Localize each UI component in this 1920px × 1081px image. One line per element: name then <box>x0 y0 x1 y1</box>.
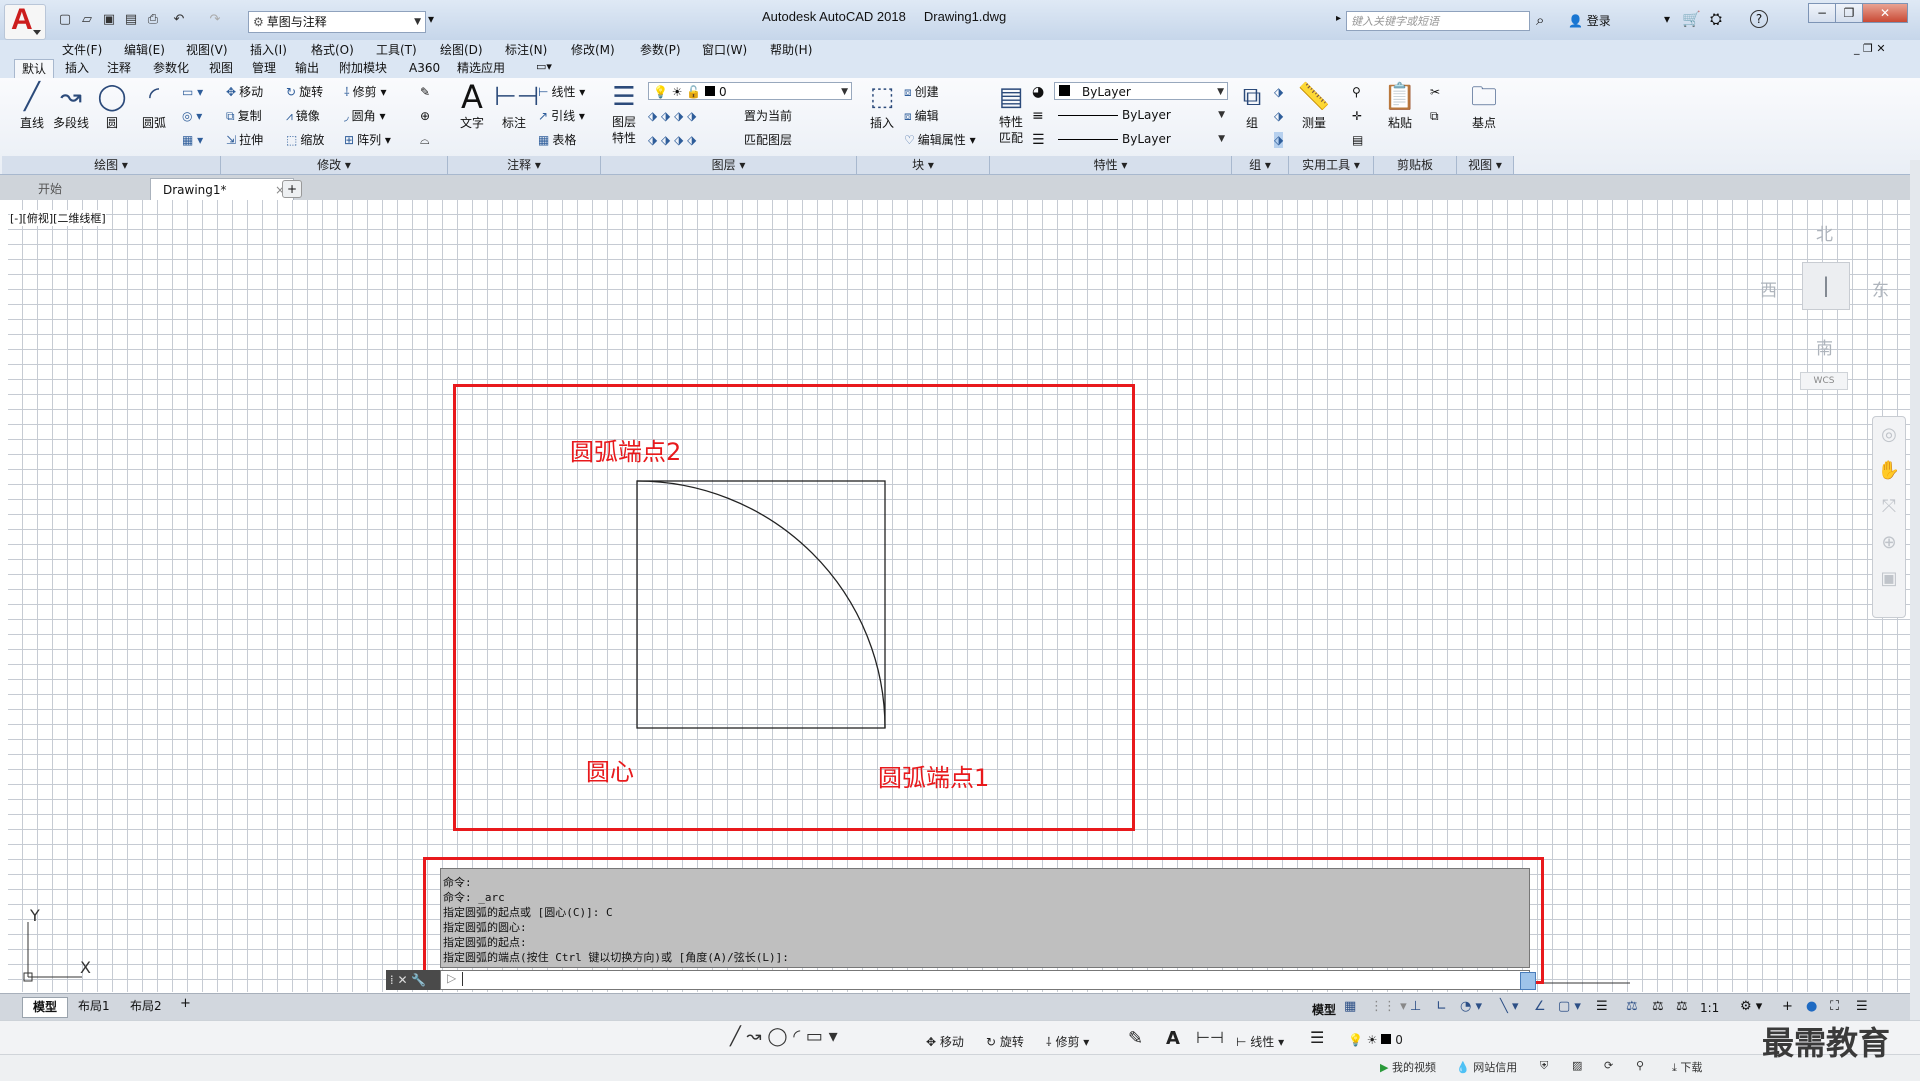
toolbar-rotate-label: 旋转 <box>999 1035 1024 1049</box>
toolbar-trim-label: 修剪 <box>1055 1035 1080 1049</box>
download-label: 下载 <box>1680 1061 1703 1074</box>
isolate-icon[interactable]: ● <box>1806 999 1817 1014</box>
my-video-label: 我的视频 <box>1391 1061 1436 1074</box>
download-link[interactable]: ⤓ 下载 <box>1672 1059 1702 1075</box>
refresh-icon[interactable]: ⟳ <box>1604 1059 1613 1072</box>
move-icon: ✥ <box>926 1035 937 1049</box>
toolbar-linear-label: 线性 <box>1250 1035 1275 1049</box>
ortho-icon[interactable]: ∟ <box>1436 999 1447 1014</box>
bottom-bar <box>0 1054 1920 1081</box>
workspace-switch-icon[interactable]: ⚙ ▾ <box>1740 999 1762 1014</box>
annotation-scale-value[interactable]: 1:1 <box>1700 1001 1719 1015</box>
grid-icon[interactable]: ▦ <box>1344 999 1356 1014</box>
command-history-toggle[interactable] <box>1520 972 1536 990</box>
model-tab[interactable]: 模型 <box>22 997 69 1018</box>
broom-icon[interactable]: ⚲ <box>1636 1059 1644 1072</box>
command-line: 指定圆弧的起点或 [圆心(C)]: C <box>443 906 613 919</box>
layout2-tab[interactable]: 布局2 <box>120 997 172 1016</box>
toolbar-move-label: 移动 <box>939 1035 964 1049</box>
steering-wheel-icon[interactable]: ◎ <box>1873 417 1905 453</box>
highlight-box-drawing <box>453 384 1135 831</box>
text-tool-icon[interactable]: A <box>1166 1028 1180 1049</box>
command-grip[interactable]: ⁞ ✕ 🔧 <box>386 970 442 990</box>
close-command-icon[interactable]: ✕ <box>397 973 407 987</box>
rotate-icon: ↻ <box>986 1035 997 1049</box>
linear-icon: ⊢ <box>1236 1035 1247 1049</box>
polar-icon[interactable]: ◔ ▾ <box>1460 999 1482 1014</box>
annotation-arc-end1: 圆弧端点1 <box>878 764 990 792</box>
net-credit-link[interactable]: 💧 网站信用 <box>1456 1059 1517 1075</box>
isodraft-icon[interactable]: ╲ ▾ <box>1500 999 1518 1014</box>
auto-scale-icon[interactable]: ⚖ <box>1652 999 1664 1014</box>
orbit-icon[interactable]: ⊕ <box>1873 525 1905 561</box>
customization-icon[interactable]: ☰ <box>1856 999 1868 1014</box>
line-tool-icon[interactable]: ╱ ↝ ◯ ◜ ▭ ▾ <box>730 1026 838 1047</box>
text-cursor <box>462 971 464 986</box>
layer-color-swatch <box>1381 1034 1392 1044</box>
pan-icon[interactable]: ✋ <box>1873 453 1905 489</box>
ucs-y-label: Y <box>30 906 40 925</box>
viewcube-east[interactable]: 东 <box>1872 276 1889 301</box>
lineweight-display-icon[interactable]: ☰ <box>1596 999 1608 1014</box>
annotation-monitor-icon[interactable]: + <box>1782 999 1793 1014</box>
showmotion-icon[interactable]: ▣ <box>1873 561 1905 597</box>
command-line: 命令: _arc <box>443 891 505 904</box>
annotation-visibility-icon[interactable]: ⚖ <box>1626 999 1638 1014</box>
viewcube-west[interactable]: 西 <box>1760 276 1777 301</box>
my-video-link[interactable]: ▶ 我的视频 <box>1380 1059 1436 1075</box>
fullscreen-icon[interactable]: ⛶ <box>1830 999 1839 1014</box>
toolbar-layer[interactable]: 💡 ☀ 0 <box>1348 1033 1403 1047</box>
infer-constraints-icon[interactable]: ⊥ <box>1410 999 1421 1014</box>
model-space-button[interactable]: 模型 <box>1312 1001 1336 1018</box>
viewcube-north[interactable]: 北 <box>1816 220 1833 245</box>
bulb-icon: 💡 <box>1348 1033 1363 1047</box>
osnap-icon[interactable]: ▢ ▾ <box>1558 999 1581 1014</box>
toolbar-move[interactable]: ✥ 移动 <box>926 1033 964 1050</box>
command-line: 命令: <box>443 876 472 889</box>
annotation-scale-icon[interactable]: ⚖ <box>1676 999 1688 1014</box>
toolbar-rotate[interactable]: ↻ 旋转 <box>986 1033 1024 1050</box>
snap-icon[interactable]: ⋮⋮ ▾ <box>1370 999 1407 1014</box>
object-snap-icon[interactable]: ∠ <box>1534 999 1546 1014</box>
shield-icon[interactable]: ⛨ <box>1540 1059 1548 1073</box>
command-prompt-icon: ▷ <box>447 971 457 985</box>
trim-icon: ⸸ <box>1046 1035 1052 1049</box>
dimension-tool-icon[interactable]: ⊢⊣ <box>1196 1028 1224 1047</box>
watermark: 最需教育 <box>1762 1024 1891 1062</box>
viewcube-south[interactable]: 南 <box>1816 334 1833 359</box>
command-line: 指定圆弧的圆心: <box>443 921 527 934</box>
toolbar-trim[interactable]: ⸸ 修剪 ▾ <box>1046 1033 1089 1050</box>
wrench-icon[interactable]: 🔧 <box>411 973 426 987</box>
drop-icon: 💧 <box>1456 1061 1470 1074</box>
vertical-scrollbar[interactable] <box>1910 160 1920 1020</box>
command-input[interactable]: ▷ <box>440 970 1530 990</box>
annotation-arc-end2: 圆弧端点2 <box>570 438 682 466</box>
layer-tool-icon[interactable]: ☰ <box>1310 1028 1324 1047</box>
net-credit-label: 网站信用 <box>1473 1061 1518 1074</box>
ucs-x-label: X <box>80 958 91 977</box>
toolbar-layer-label: 0 <box>1395 1033 1403 1047</box>
add-layout-button[interactable]: + <box>180 996 191 1011</box>
toolbar-linear[interactable]: ⊢ 线性 ▾ <box>1236 1033 1284 1050</box>
sun-icon: ☀ <box>1366 1033 1378 1047</box>
erase-tool-icon[interactable]: ✎ <box>1128 1028 1143 1049</box>
command-line: 指定圆弧的端点(按住 Ctrl 键以切换方向)或 [角度(A)/弦长(L)]: <box>443 951 789 964</box>
wcs-menu[interactable]: WCS <box>1800 372 1848 390</box>
zoom-extents-icon[interactable]: ⤧ <box>1873 489 1905 525</box>
play-icon: ▶ <box>1380 1061 1389 1074</box>
layout1-tab[interactable]: 布局1 <box>68 997 120 1016</box>
image-icon[interactable]: ▨ <box>1572 1059 1582 1072</box>
command-history: 命令: 命令: _arc 指定圆弧的起点或 [圆心(C)]: C 指定圆弧的圆心… <box>440 868 1530 968</box>
download-icon: ⤓ <box>1672 1061 1677 1074</box>
navigation-bar[interactable]: ◎ ✋ ⤧ ⊕ ▣ <box>1872 416 1906 618</box>
command-line: 指定圆弧的起点: <box>443 936 527 949</box>
annotation-center: 圆心 <box>586 758 634 786</box>
viewcube-face[interactable]: | <box>1802 262 1850 310</box>
